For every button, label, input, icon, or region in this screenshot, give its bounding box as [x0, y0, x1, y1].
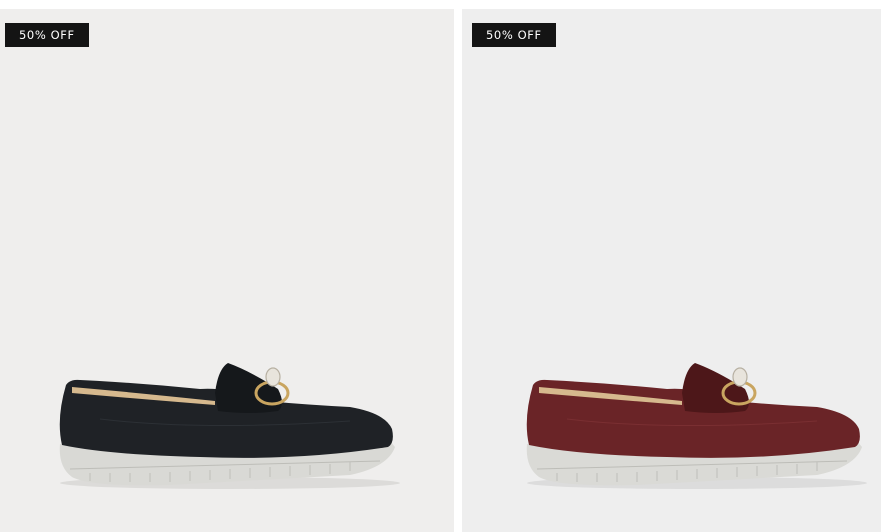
loafer-shoe-black-image: [59, 363, 400, 489]
discount-badge: 50% OFF: [472, 23, 556, 47]
discount-badge: 50% OFF: [5, 23, 89, 47]
product-card[interactable]: 50% OFF: [0, 9, 454, 532]
loafer-shoe-burgundy-image: [526, 363, 867, 489]
product-grid: 50% OFF 50% OFF: [0, 0, 881, 532]
product-card[interactable]: 50% OFF: [462, 9, 881, 532]
